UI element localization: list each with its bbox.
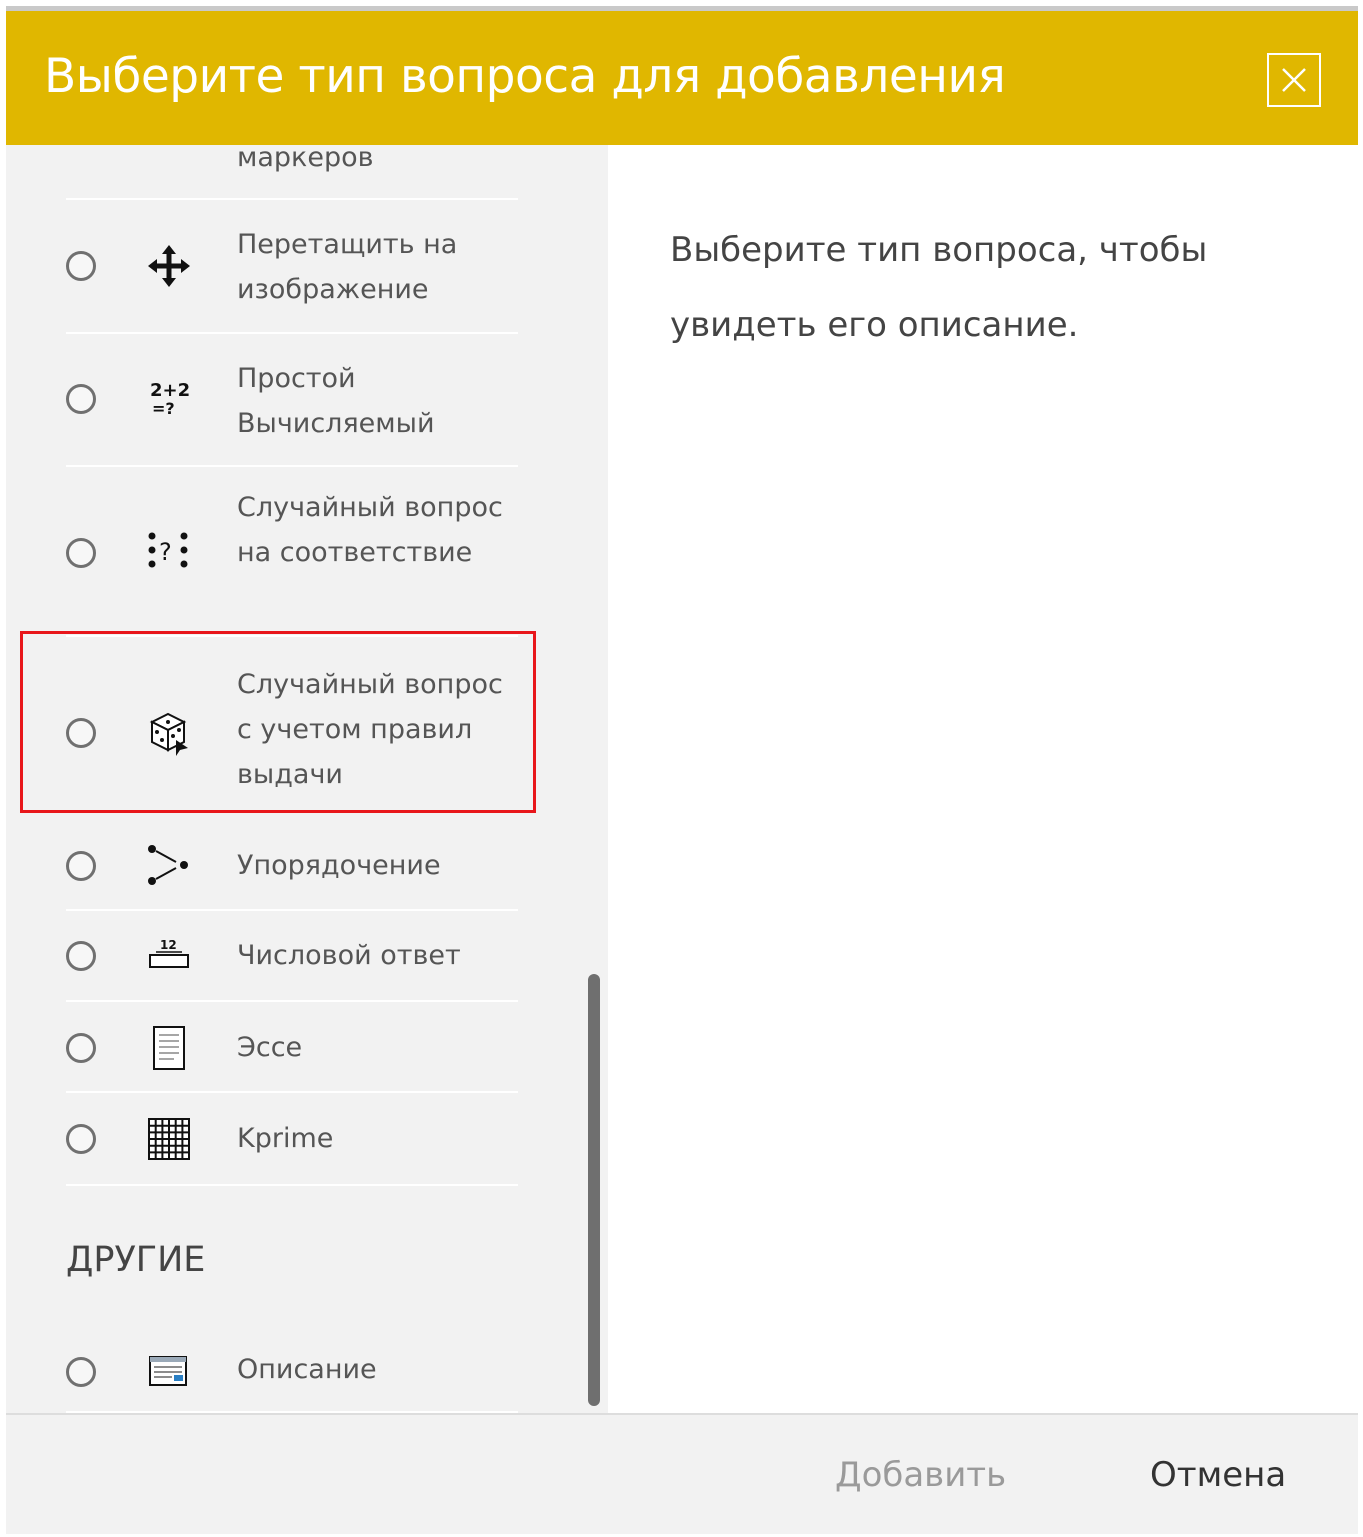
svg-text:=?: =?	[152, 399, 175, 418]
radio-button[interactable]	[66, 384, 96, 414]
essay-icon	[146, 1025, 192, 1071]
radio-button[interactable]	[66, 1124, 96, 1154]
move-arrows-icon	[146, 243, 192, 289]
list-item-label: Перетащить на изображение	[237, 229, 458, 305]
description-pane: Выберите тип вопроса, чтобы увидеть его …	[608, 145, 1358, 1413]
list-item-label: Простой Вычисляемый	[237, 363, 435, 439]
list-item-label: маркеров	[237, 145, 374, 173]
add-button[interactable]: Добавить	[835, 1455, 1006, 1495]
radio-button[interactable]	[66, 251, 96, 281]
list-divider	[66, 1184, 518, 1186]
svg-text:12: 12	[160, 938, 177, 952]
radio-button[interactable]	[66, 941, 96, 971]
section-title-other: ДРУГИЕ	[66, 1240, 206, 1280]
list-item-label: Kprime	[237, 1123, 334, 1154]
list-item-description[interactable]: Описание	[66, 1325, 518, 1413]
list-item-label: Случайный вопрос на соответствие	[237, 492, 503, 568]
radio-button[interactable]	[66, 1357, 96, 1387]
list-item-label: Упорядочение	[237, 850, 441, 881]
cancel-button[interactable]: Отмена	[1150, 1455, 1286, 1495]
dialog-header: Выберите тип вопроса для добавления	[6, 11, 1358, 145]
question-type-dialog: Выберите тип вопроса для добавления марк…	[6, 6, 1358, 1534]
list-item-partial[interactable]: маркеров	[66, 145, 518, 200]
list-item-label: Числовой ответ	[237, 940, 461, 971]
numerical-icon: 12	[146, 933, 192, 979]
question-type-list[interactable]: маркеров Перетащить на изображение 2+2 =…	[6, 145, 608, 1413]
list-item-label: Эссе	[237, 1032, 303, 1063]
close-button[interactable]	[1267, 53, 1321, 107]
list-item-essay[interactable]: Эссе	[66, 1002, 518, 1093]
ordering-icon	[146, 843, 192, 889]
description-text: Выберите тип вопроса, чтобы увидеть его …	[670, 230, 1208, 345]
list-item-drag-onto-image[interactable]: Перетащить на изображение	[66, 200, 518, 334]
list-item-kprime[interactable]: Kprime	[66, 1093, 518, 1186]
random-match-icon: ?	[146, 530, 192, 576]
list-scrollbar[interactable]	[588, 974, 600, 1406]
close-icon	[1282, 68, 1306, 92]
list-item-numerical[interactable]: 12 Числовой ответ	[66, 911, 518, 1002]
svg-text:?: ?	[159, 538, 172, 566]
svg-text:2+2: 2+2	[150, 380, 190, 401]
radio-button[interactable]	[66, 1033, 96, 1063]
grid-icon	[146, 1116, 192, 1162]
radio-button[interactable]	[66, 851, 96, 881]
highlight-box	[20, 631, 536, 813]
list-item-ordering[interactable]: Упорядочение	[66, 821, 518, 911]
calculated-icon: 2+2 =?	[146, 376, 192, 422]
list-item-random-match[interactable]: ? Случайный вопрос на соответствие	[66, 467, 518, 637]
radio-button[interactable]	[66, 538, 96, 568]
description-icon	[146, 1349, 192, 1395]
list-item-label: Описание	[237, 1354, 377, 1385]
dialog-footer: Добавить Отмена	[6, 1413, 1358, 1534]
dialog-title: Выберите тип вопроса для добавления	[44, 49, 1006, 104]
list-item-simple-calculated[interactable]: 2+2 =? Простой Вычисляемый	[66, 334, 518, 467]
